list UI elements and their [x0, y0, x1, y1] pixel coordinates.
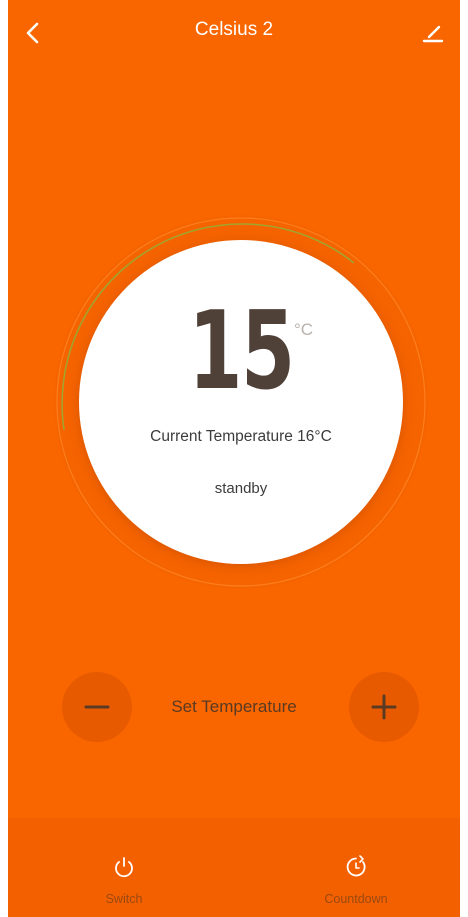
- page-title: Celsius 2: [194, 19, 274, 40]
- set-temperature-value: 15: [188, 289, 295, 414]
- countdown-button[interactable]: Countdown: [296, 854, 416, 914]
- temperature-dial[interactable]: 15 °C Current Temperature 16°C standby: [54, 215, 428, 589]
- countdown-label: Countdown: [324, 892, 388, 906]
- increase-temperature-button[interactable]: [349, 672, 419, 742]
- edit-button[interactable]: [418, 18, 448, 48]
- bottom-bar: Switch Countdown: [8, 818, 460, 917]
- switch-label: Switch: [105, 892, 143, 906]
- current-temperature: Current Temperature 16°C: [150, 428, 332, 445]
- temperature-unit: °C: [294, 320, 314, 339]
- app-screen: Celsius 2 15 °C Current Temperature 16°C…: [8, 0, 460, 917]
- pencil-icon: [422, 25, 444, 43]
- setpoint-controls: Set Temperature: [8, 672, 460, 742]
- plus-icon: [371, 694, 397, 720]
- status-text: standby: [214, 480, 268, 497]
- timer-icon: [346, 855, 366, 877]
- power-icon: [115, 857, 133, 878]
- header: Celsius 2: [8, 0, 460, 64]
- switch-button[interactable]: Switch: [64, 854, 184, 914]
- dial-face: 15 °C Current Temperature 16°C standby: [79, 240, 403, 564]
